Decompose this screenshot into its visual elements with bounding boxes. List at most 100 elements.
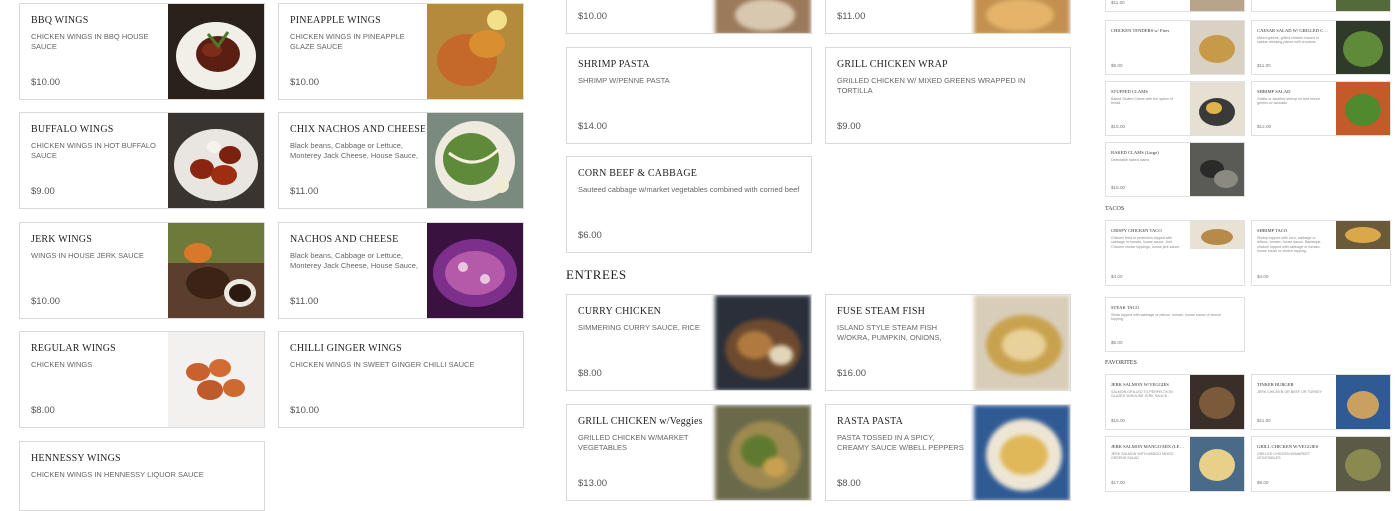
item-price: $8.00 [31,405,55,416]
item-price: $11.00 [837,11,866,22]
item-description: GRILLED CHICKEN W/ MIXED GREENS WRAPPED … [837,76,1026,95]
item-description: JERK SALMON WITH MANGO MIXED GREENS SALA… [1111,452,1174,461]
mini-item-jerk-salmon-mango[interactable]: JERK SALMON MANGO MIX (LE… JERK SALMON W… [1105,436,1245,492]
item-description: ISLAND STYLE STEAM FISH W/OKRA, PUMPKIN,… [837,323,942,342]
mini-item[interactable] [1251,0,1391,12]
item-name: JERK SALMON W/VEGGIES [1111,382,1169,387]
food-photo [1336,221,1390,249]
menu-item-hennessy-wings[interactable]: HENNESSY WINGS CHICKEN WINGS IN HENNESSY… [19,441,265,511]
menu-item-fuse-steam-fish[interactable]: FUSE STEAM FISH ISLAND STYLE STEAM FISH … [825,294,1071,391]
item-price: $14.00 [578,121,608,132]
item-price: $15.00 [1111,418,1126,423]
mini-item-baked-clams[interactable]: BAKED CLAMS (Large) Delectable baked cla… [1105,142,1245,197]
item-price: $10.00 [290,77,320,88]
item-name: CORN BEEF & CABBAGE [578,168,698,179]
mini-item-caesar-salad[interactable]: CAESAR SALAD W/ GRILLED C… Mixed greens,… [1251,20,1391,75]
item-name: GRILL CHICKEN WRAP [837,59,948,70]
mini-item-grill-chicken-veggies[interactable]: GRILL CHICKEN W/VEGGIES GRILLED CHICKEN … [1251,436,1391,492]
item-name: GRILL CHICKEN w/Veggies [578,416,703,427]
mini-item-shrimp-salad[interactable]: SHRIMP SALAD Grilled or sautéed shrimp o… [1251,81,1391,136]
menu-item-pineapple-wings[interactable]: PINEAPPLE WINGS CHICKEN WINGS IN PINEAPP… [278,3,524,100]
item-name: FUSE STEAM FISH [837,306,926,317]
menu-item-grill-chicken-veggies[interactable]: GRILL CHICKEN w/Veggies GRILLED CHICKEN … [566,404,812,501]
item-name: JERK WINGS [31,234,92,245]
item-price: $10.00 [290,405,320,416]
item-name: BAKED CLAMS (Large) [1111,150,1159,155]
mini-item[interactable]: $11.00 [1105,0,1245,12]
item-price: $11.00 [1257,63,1271,68]
item-price: $8.00 [578,368,602,379]
food-photo [715,295,811,390]
section-title-favorites: FAVORITES [1105,360,1137,366]
food-photo [1190,82,1244,135]
item-name: CHICKEN TENDERS w/ Fries [1111,28,1170,33]
menu-item-rasta-pasta[interactable]: RASTA PASTA PASTA TOSSED IN A SPICY, CRE… [825,404,1071,501]
menu-item-curry-chicken[interactable]: CURRY CHICKEN SIMMERING CURRY SAUCE, RIC… [566,294,812,391]
mini-item-chicken-tenders[interactable]: CHICKEN TENDERS w/ Fries $9.00 [1105,20,1245,75]
item-price: $9.00 [1111,63,1123,68]
item-price: $13.00 [578,478,608,489]
menu-item-nachos-and-cheese[interactable]: NACHOS AND CHEESE Black beans, Cabbage o… [278,222,524,319]
item-description: CHICKEN WINGS IN SWEET GINGER CHILLI SAU… [290,360,475,369]
item-price: $16.00 [837,368,867,379]
item-name: SHRIMP PASTA [578,59,650,70]
item-price: $17.00 [1111,480,1126,485]
mini-item-steak-taco[interactable]: STEAK TACO Steak topped with cabbage or … [1105,297,1245,352]
item-description: Grilled or sautéed shrimp on bed mixed g… [1257,97,1320,106]
item-description: GRILLED CHICKEN W/MARKET VEGETABLES [578,433,689,452]
item-price: $9.00 [31,186,55,197]
food-photo [1336,437,1390,491]
item-description: PASTA TOSSED IN A SPICY, CREAMY SAUCE W/… [837,433,964,452]
menu-item-grill-chicken-wrap[interactable]: GRILL CHICKEN WRAP GRILLED CHICKEN W/ MI… [825,47,1071,144]
food-photo [168,113,264,208]
item-description: Black beans, Cabbage or Lettuce, Montere… [290,141,418,160]
item-name: CRISPY CHICKEN TACO [1111,228,1162,233]
menu-item-regular-wings[interactable]: REGULAR WINGS CHICKEN WINGS $8.00 [19,331,265,428]
mini-item-jerk-salmon[interactable]: JERK SALMON W/VEGGIES SALMON GRILLED TO … [1105,374,1245,430]
item-name: JERK SALMON MANGO MIX (LE… [1111,444,1184,449]
food-photo [715,405,811,500]
item-name: SHRIMP TACO [1257,228,1288,233]
food-photo [168,223,264,318]
item-description: Baked Stuffed Clams with the option of b… [1111,97,1173,106]
item-price: $8.00 [837,478,861,489]
menu-item-buffalo-wings[interactable]: BUFFALO WINGS CHICKEN WINGS IN HOT BUFFA… [19,112,265,209]
food-photo [168,4,264,99]
item-description: CHICKEN WINGS IN HENNESSY LIQUOR SAUCE [31,470,204,479]
item-description: JERK CHICKEN OR BEEF OR TURKEY [1257,390,1323,394]
item-description: Shrimp topped with corn, cabbage or lett… [1257,236,1321,254]
item-price: $12.00 [1257,124,1272,129]
food-photo [1336,21,1390,74]
menu-item-corn-beef-cabbage[interactable]: CORN BEEF & CABBAGE Sauteed cabbage w/ma… [566,156,812,253]
menu-item-jerk-wings[interactable]: JERK WINGS WINGS IN HOUSE JERK SAUCE $10… [19,222,265,319]
menu-item-bbq-wings[interactable]: BBQ WINGS CHICKEN WINGS IN BBQ HOUSE SAU… [19,3,265,100]
item-price: $10.00 [31,77,61,88]
item-name: BUFFALO WINGS [31,124,114,135]
item-name: CAESAR SALAD W/ GRILLED C… [1257,28,1328,33]
item-name: CHILLI GINGER WINGS [290,343,402,354]
item-name: CURRY CHICKEN [578,306,662,317]
item-price: $10.00 [31,296,61,307]
menu-item-chix-nachos[interactable]: CHIX NACHOS AND CHEESE (… Black beans, C… [278,112,524,209]
item-price: $11.00 [290,296,319,307]
menu-item-chilli-ginger-wings[interactable]: CHILLI GINGER WINGS CHICKEN WINGS IN SWE… [278,331,524,428]
item-description: CHICKEN WINGS IN PINEAPPLE GLAZE SAUCE [290,32,405,51]
mini-item-crispy-chicken-taco[interactable]: CRISPY CHICKEN TACO Chicken fried to per… [1105,220,1245,286]
item-price: $4.00 [1111,274,1123,279]
item-name: SHRIMP SALAD [1257,89,1291,94]
item-name: REGULAR WINGS [31,343,116,354]
mini-item-shrimp-taco[interactable]: SHRIMP TACO Shrimp topped with corn, cab… [1251,220,1391,286]
item-description: Steak topped with cabbage or lettuce, to… [1111,313,1221,322]
menu-item-partial[interactable]: $10.00 [566,0,812,34]
menu-item-shrimp-pasta[interactable]: SHRIMP PASTA SHRIMP W/PENNE PASTA $14.00 [566,47,812,144]
food-photo [427,113,523,208]
menu-item-partial[interactable]: $11.00 [825,0,1071,34]
item-price: $10.00 [578,11,608,22]
mini-item-stuffed-clams[interactable]: STUFFED CLAMS Baked Stuffed Clams with t… [1105,81,1245,136]
item-price: $4.00 [1257,274,1269,279]
item-price: $15.00 [1111,124,1126,129]
food-photo [1190,221,1244,249]
mini-item-tinker-burger[interactable]: TINKER BURGER JERK CHICKEN OR BEEF OR TU… [1251,374,1391,430]
item-price: $11.00 [1111,0,1125,5]
item-price: $15.00 [1111,185,1126,190]
